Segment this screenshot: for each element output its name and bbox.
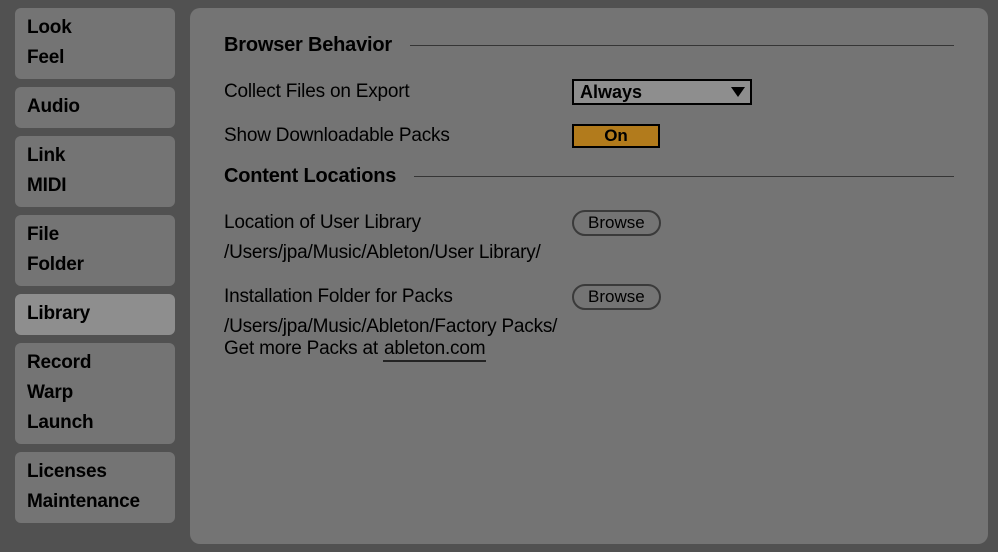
path-user-library: /Users/jpa/Music/Ableton/User Library/: [224, 242, 954, 264]
dropdown-collect-files[interactable]: Always: [572, 79, 752, 105]
sidebar-tab-library[interactable]: Library: [27, 299, 163, 329]
label-show-packs: Show Downloadable Packs: [224, 125, 572, 147]
sidebar-tab-launch[interactable]: Launch: [27, 408, 163, 438]
sidebar-group-0[interactable]: LookFeel: [15, 8, 175, 79]
sidebar-group-5[interactable]: RecordWarpLaunch: [15, 343, 175, 444]
row-show-packs: Show Downloadable Packs On: [224, 121, 954, 151]
section-browser-behavior: Browser Behavior: [224, 34, 954, 57]
section-rule: [414, 176, 954, 177]
preferences-sidebar: LookFeel Audio LinkMIDI FileFolder Library Re…: [15, 8, 175, 531]
section-title: Content Locations: [224, 165, 396, 188]
sidebar-tab-record[interactable]: Record: [27, 348, 163, 378]
more-packs-prefix: Get more Packs at: [224, 338, 383, 359]
sidebar-tab-link[interactable]: Link: [27, 141, 163, 171]
sidebar-tab-look[interactable]: Look: [27, 13, 163, 43]
sidebar-tab-audio[interactable]: Audio: [27, 92, 163, 122]
sidebar-tab-warp[interactable]: Warp: [27, 378, 163, 408]
dropdown-value: Always: [574, 82, 642, 103]
sidebar-group-6[interactable]: LicensesMaintenance: [15, 452, 175, 523]
label-collect-files: Collect Files on Export: [224, 81, 572, 103]
more-packs-line: Get more Packs at ableton.com: [224, 338, 954, 360]
browse-label: Browse: [588, 287, 645, 307]
row-collect-files: Collect Files on Export Always: [224, 77, 954, 107]
row-user-library: Location of User Library Browse: [224, 208, 954, 238]
row-install-folder: Installation Folder for Packs Browse: [224, 282, 954, 312]
chevron-down-icon: [731, 87, 745, 97]
label-user-library: Location of User Library: [224, 212, 572, 234]
sidebar-tab-feel[interactable]: Feel: [27, 43, 163, 73]
path-install-folder: /Users/jpa/Music/Ableton/Factory Packs/: [224, 316, 954, 338]
sidebar-tab-folder[interactable]: Folder: [27, 250, 163, 280]
sidebar-group-1[interactable]: Audio: [15, 87, 175, 128]
toggle-value: On: [604, 126, 628, 146]
preferences-panel: Browser Behavior Collect Files on Export…: [190, 8, 988, 544]
sidebar-group-2[interactable]: LinkMIDI: [15, 136, 175, 207]
section-title: Browser Behavior: [224, 34, 392, 57]
label-install-folder: Installation Folder for Packs: [224, 286, 572, 308]
section-content-locations: Content Locations: [224, 165, 954, 188]
section-rule: [410, 45, 954, 46]
sidebar-tab-midi[interactable]: MIDI: [27, 171, 163, 201]
toggle-show-packs[interactable]: On: [572, 124, 660, 148]
sidebar-group-4[interactable]: Library: [15, 294, 175, 335]
sidebar-tab-file[interactable]: File: [27, 220, 163, 250]
ableton-link[interactable]: ableton.com: [383, 338, 486, 362]
sidebar-tab-licenses[interactable]: Licenses: [27, 457, 163, 487]
sidebar-tab-maintenance[interactable]: Maintenance: [27, 487, 163, 517]
sidebar-group-3[interactable]: FileFolder: [15, 215, 175, 286]
browse-install-folder-button[interactable]: Browse: [572, 284, 661, 310]
browse-user-library-button[interactable]: Browse: [572, 210, 661, 236]
browse-label: Browse: [588, 213, 645, 233]
